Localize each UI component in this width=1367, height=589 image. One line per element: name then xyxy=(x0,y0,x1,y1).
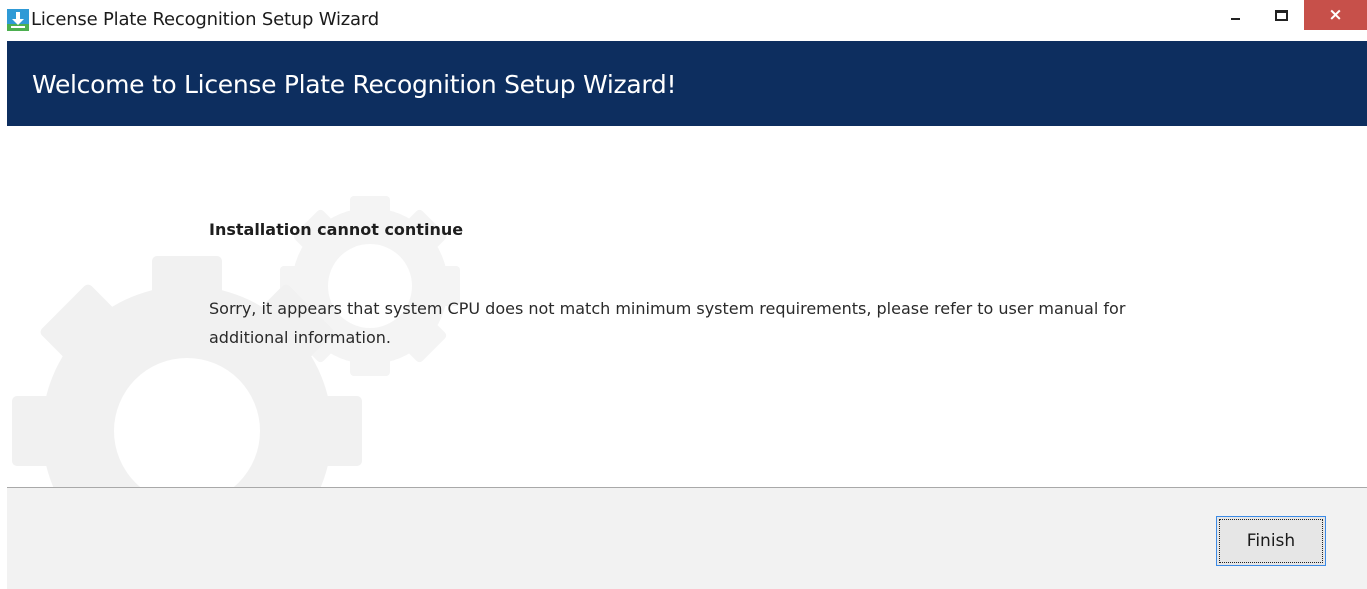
maximize-button[interactable] xyxy=(1258,0,1304,30)
download-installer-icon xyxy=(7,9,29,31)
wizard-header: Welcome to License Plate Recognition Set… xyxy=(7,41,1367,126)
close-button[interactable]: × xyxy=(1304,0,1367,30)
minimize-icon xyxy=(1231,18,1240,20)
window-title: License Plate Recognition Setup Wizard xyxy=(31,9,379,30)
finish-button[interactable]: Finish xyxy=(1216,516,1326,566)
header-title: Welcome to License Plate Recognition Set… xyxy=(32,70,677,99)
title-bar[interactable]: License Plate Recognition Setup Wizard × xyxy=(0,0,1367,41)
error-heading: Installation cannot continue xyxy=(209,220,464,239)
wizard-content: Installation cannot continue Sorry, it a… xyxy=(7,126,1367,487)
close-icon: × xyxy=(1328,5,1343,25)
minimize-button[interactable] xyxy=(1212,0,1258,30)
wizard-footer: Finish xyxy=(7,488,1367,589)
setup-wizard-window: License Plate Recognition Setup Wizard ×… xyxy=(0,0,1367,589)
error-message: Sorry, it appears that system CPU does n… xyxy=(209,299,1126,347)
maximize-icon xyxy=(1275,10,1288,21)
